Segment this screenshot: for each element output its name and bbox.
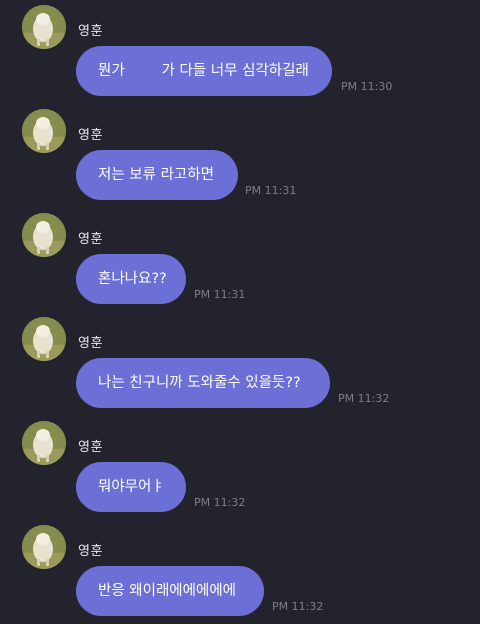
sender-name: 영훈 [78,544,103,559]
message-bubble[interactable]: 나는 친구니까 도와줄수 있을듯?? [76,358,330,408]
avatar[interactable] [22,213,66,257]
lamb-avatar-icon [22,109,66,153]
message-bubble[interactable]: 저는 보류 라고하면 [76,150,238,200]
avatar[interactable] [22,525,66,569]
message-group: 영훈 나는 친구니까 도와줄수 있을듯?? PM 11:32 [0,312,480,416]
message-time: PM 11:31 [194,288,246,301]
message-group: 영훈 뭔가 가 다들 너무 심각하길래 PM 11:30 [0,0,480,104]
message-time: PM 11:32 [338,392,390,405]
avatar[interactable] [22,317,66,361]
lamb-avatar-icon [22,317,66,361]
sender-name: 영훈 [78,24,103,39]
chat-view: 영훈 뭔가 가 다들 너무 심각하길래 PM 11:30 영훈 저는 보류 라고… [0,0,480,624]
message-group: 영훈 저는 보류 라고하면 PM 11:31 [0,104,480,208]
message-group: 영훈 뭐야무어ㅑ PM 11:32 [0,416,480,520]
message-bubble[interactable]: 뭐야무어ㅑ [76,462,186,512]
lamb-avatar-icon [22,525,66,569]
message-group: 영훈 반응 왜이래에에에에에 PM 11:32 [0,520,480,624]
lamb-avatar-icon [22,421,66,465]
message-time: PM 11:32 [272,600,324,613]
lamb-avatar-icon [22,213,66,257]
sender-name: 영훈 [78,232,103,247]
avatar[interactable] [22,5,66,49]
message-bubble[interactable]: 뭔가 가 다들 너무 심각하길래 [76,46,332,96]
message-bubble[interactable]: 혼나나요?? [76,254,186,304]
avatar[interactable] [22,109,66,153]
message-bubble[interactable]: 반응 왜이래에에에에에 [76,566,264,616]
sender-name: 영훈 [78,440,103,455]
message-time: PM 11:30 [341,80,393,93]
message-group: 영훈 혼나나요?? PM 11:31 [0,208,480,312]
lamb-avatar-icon [22,5,66,49]
message-time: PM 11:31 [245,184,297,197]
avatar[interactable] [22,421,66,465]
message-time: PM 11:32 [194,496,246,509]
sender-name: 영훈 [78,128,103,143]
sender-name: 영훈 [78,336,103,351]
